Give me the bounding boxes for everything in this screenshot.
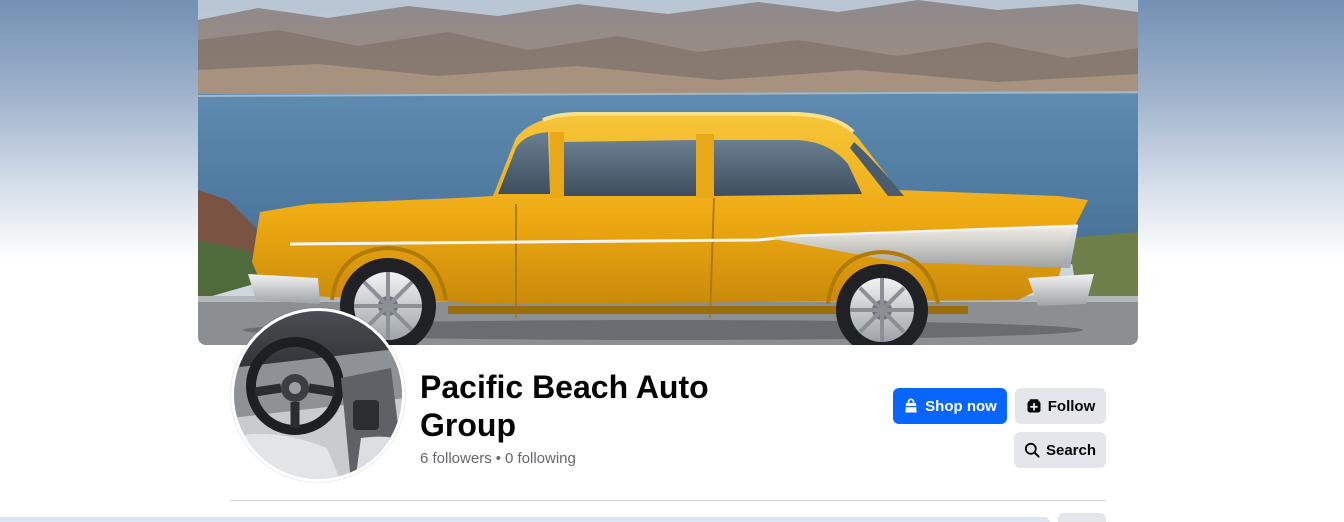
- profile-picture-image: [234, 311, 402, 479]
- tab-bar: [0, 517, 1050, 522]
- more-options-button[interactable]: [1058, 513, 1106, 522]
- stats-separator: •: [495, 450, 501, 467]
- search-label: Search: [1045, 441, 1097, 459]
- shop-now-label: Shop now: [925, 397, 997, 415]
- shop-now-button[interactable]: Shop now: [893, 388, 1007, 424]
- following-count-link[interactable]: 0 following: [505, 450, 576, 467]
- cover-photo-image: [198, 0, 1138, 345]
- page-title: Pacific Beach Auto Group: [420, 369, 709, 443]
- page-stats: 6 followers • 0 following: [420, 450, 576, 468]
- profile-picture[interactable]: [231, 308, 405, 482]
- search-icon: [1024, 442, 1040, 458]
- header-divider: [230, 500, 1106, 501]
- follow-button[interactable]: Follow: [1015, 388, 1106, 424]
- followers-count-link[interactable]: 6 followers: [420, 450, 492, 467]
- search-button[interactable]: Search: [1014, 432, 1106, 468]
- follow-label: Follow: [1047, 397, 1096, 415]
- follow-page-icon: [1026, 398, 1042, 414]
- shopping-bag-icon: [903, 398, 919, 414]
- page-header: Pacific Beach Auto Group 6 followers • 0 f…: [0, 0, 1344, 522]
- cover-photo[interactable]: [198, 0, 1138, 345]
